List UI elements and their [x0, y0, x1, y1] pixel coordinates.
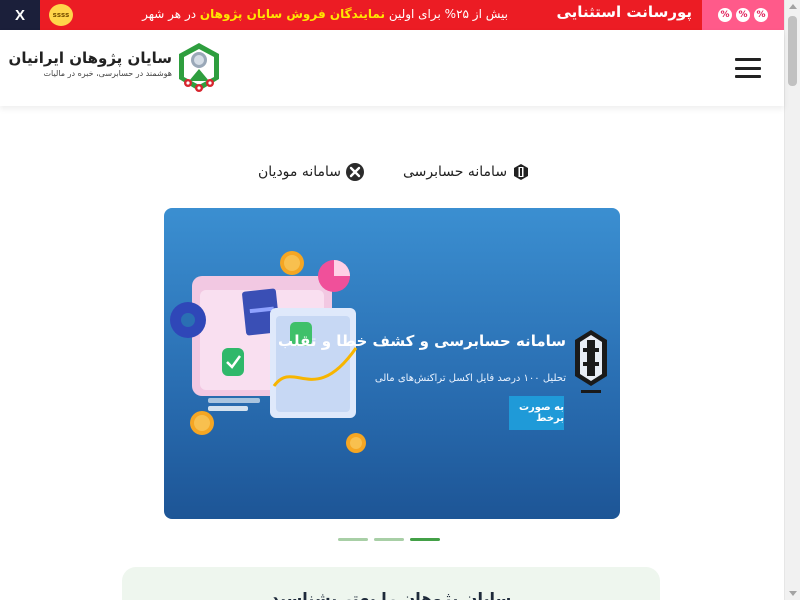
promo-text: بیش از ۲۵% برای اولین نمایندگان فروش سای…	[142, 7, 508, 21]
tab-label: سامانه حسابرسی	[403, 164, 508, 180]
percent-icon: %	[718, 8, 732, 22]
discount-badge: % % %	[702, 0, 784, 30]
promo-text-prefix: بیش از ۲۵% برای اولین	[388, 7, 508, 21]
hamburger-line	[735, 58, 761, 61]
scroll-thumb[interactable]	[788, 16, 797, 86]
audit-logo-icon	[575, 330, 607, 393]
brand[interactable]: سایان پژوهان ایرانیان هوشمند در حسابرسی،…	[8, 49, 172, 78]
brand-logo-icon[interactable]	[176, 41, 222, 95]
slider-dot-active[interactable]	[410, 538, 440, 541]
promo-text-highlight: نمایندگان فروش سایان پژوهان	[199, 7, 385, 21]
intro-title: سایان پژوهان را بهتر بشناسید	[270, 589, 512, 600]
scroll-up-icon[interactable]	[789, 4, 797, 9]
smiley-icon: ssss	[49, 4, 73, 26]
tab-label: سامانه مودیان	[258, 164, 342, 180]
banner-illustration	[170, 251, 366, 453]
hero-banner[interactable]: سامانه حسابرسی و کشف خطا و تقلب تحلیل ۱۰…	[164, 208, 620, 519]
hamburger-line	[735, 66, 761, 70]
promo-bar[interactable]: % % % پورسانت استثنایی بیش از ۲۵% برای ا…	[0, 0, 784, 30]
percent-icon: %	[736, 8, 750, 22]
promo-close-button[interactable]: X	[0, 0, 40, 30]
scrollbar[interactable]	[784, 0, 800, 600]
promo-title: پورسانت استثنایی	[556, 3, 693, 21]
slider-dot[interactable]	[338, 538, 368, 541]
banner-title: سامانه حسابرسی و کشف خطا و تقلب	[278, 332, 566, 350]
menu-hamburger-icon[interactable]	[735, 58, 761, 78]
tab-moodian-system[interactable]: سامانه مودیان	[258, 161, 365, 183]
banner-subtitle: تحلیل ۱۰۰ درصد فایل اکسل تراکنش‌های مالی	[374, 373, 566, 384]
hamburger-line	[735, 75, 761, 78]
audit-icon	[511, 162, 531, 182]
intro-section: سایان پژوهان را بهتر بشناسید	[122, 567, 660, 600]
slider-dot[interactable]	[374, 538, 404, 541]
brand-tagline: هوشمند در حسابرسی، خبره در مالیات	[43, 69, 172, 78]
x-icon	[345, 162, 365, 182]
banner-cta-button[interactable]: به صورت برخط	[509, 396, 564, 430]
page: % % % پورسانت استثنایی بیش از ۲۵% برای ا…	[0, 0, 800, 600]
scroll-down-icon[interactable]	[789, 591, 797, 596]
promo-text-suffix: در هر شهر	[142, 7, 197, 21]
brand-name: سایان پژوهان ایرانیان	[8, 49, 172, 67]
site-header: سایان پژوهان ایرانیان هوشمند در حسابرسی،…	[0, 30, 784, 106]
tab-audit-system[interactable]: سامانه حسابرسی	[403, 161, 531, 183]
percent-icon: %	[754, 8, 768, 22]
